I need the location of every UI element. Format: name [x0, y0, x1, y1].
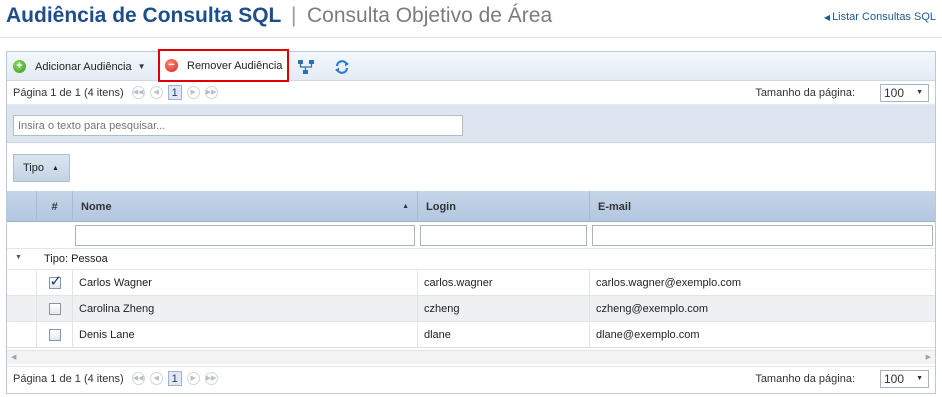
grid-header: # Nome ▲ Login E-mail: [7, 191, 935, 222]
row-indent: [7, 296, 37, 321]
last-page-icon[interactable]: ▶▶: [204, 372, 218, 385]
row-checkbox[interactable]: [48, 272, 62, 290]
name-filter-input[interactable]: [75, 225, 415, 246]
remove-audience-button[interactable]: − Remover Audiência: [158, 49, 290, 82]
name-cell: Denis Lane: [73, 322, 418, 347]
name-cell: Carolina Zheng: [73, 296, 418, 321]
chevron-left-icon: ◀: [823, 12, 831, 22]
table-row[interactable]: Carlos Wagner carlos.wagner carlos.wagne…: [7, 270, 935, 296]
title-separator: |: [291, 4, 297, 27]
group-chip-tipo[interactable]: Tipo ▲: [13, 154, 70, 182]
page-title: Audiência de Consulta SQL: [6, 4, 282, 27]
refresh-button[interactable]: [334, 52, 350, 81]
page-number-button[interactable]: 1: [167, 85, 182, 100]
page-size-value: 100: [884, 85, 905, 100]
row-indent: [7, 270, 37, 295]
email-cell: carlos.wagner@exemplo.com: [596, 276, 742, 289]
audience-panel: + Adicionar Audiência ▼ − Remover Audiên…: [6, 49, 936, 394]
scroll-right-icon[interactable]: ▶: [926, 353, 931, 361]
page-size-label: Tamanho da página:: [755, 372, 855, 385]
list-queries-link[interactable]: ◀ Listar Consultas SQL: [824, 11, 936, 23]
column-header-email[interactable]: E-mail: [590, 191, 935, 222]
list-queries-link-label: Listar Consultas SQL: [832, 11, 936, 23]
row-indent: [7, 322, 37, 347]
next-page-icon[interactable]: ▶: [186, 372, 200, 385]
group-indent-header: [7, 191, 37, 222]
prev-page-icon[interactable]: ◀: [149, 372, 163, 385]
row-select-cell: [37, 296, 73, 321]
row-select-cell: [37, 270, 73, 295]
first-page-icon[interactable]: ◀◀: [131, 372, 145, 385]
page-number-button[interactable]: 1: [167, 371, 182, 386]
horizontal-scrollbar[interactable]: ◀ ▶: [7, 350, 935, 364]
search-input[interactable]: [13, 115, 463, 136]
email-cell: czheng@exemplo.com: [596, 302, 709, 315]
chevron-down-icon: ▼: [916, 89, 923, 96]
column-header-name-label: Nome: [81, 200, 112, 213]
pager-top: Página 1 de 1 (4 itens) ◀◀ ◀ 1 ▶ ▶▶ Tama…: [7, 81, 935, 105]
last-page-icon[interactable]: ▶▶: [204, 86, 218, 99]
column-header-number[interactable]: #: [37, 191, 73, 222]
collapse-group-icon[interactable]: ▼: [15, 254, 22, 261]
hierarchy-icon: [298, 59, 314, 74]
email-cell: dlane@exemplo.com: [596, 328, 700, 341]
page-size-select[interactable]: 100 ▼: [880, 369, 929, 388]
page-size-select[interactable]: 100 ▼: [880, 83, 929, 102]
page-size-value: 100: [884, 371, 905, 386]
remove-audience-label: Remover Audiência: [187, 59, 283, 72]
add-audience-button[interactable]: + Adicionar Audiência ▼: [13, 52, 146, 81]
pager-info: Página 1 de 1 (4 itens): [13, 86, 124, 99]
minus-circle-icon: −: [165, 59, 178, 72]
name-cell: Carlos Wagner: [73, 270, 418, 295]
column-header-login[interactable]: Login: [418, 191, 590, 222]
column-header-name[interactable]: Nome ▲: [73, 191, 418, 222]
toolbar: + Adicionar Audiência ▼ − Remover Audiên…: [7, 49, 935, 82]
page-subtitle: Consulta Objetivo de Área: [307, 4, 553, 27]
row-checkbox[interactable]: [48, 328, 61, 341]
sort-ascending-icon: ▲: [402, 203, 409, 210]
chevron-down-icon: ▼: [916, 375, 923, 382]
table-row[interactable]: Carolina Zheng czheng czheng@exemplo.com: [7, 296, 935, 322]
group-label: Tipo: Pessoa: [44, 253, 108, 265]
row-checkbox[interactable]: [48, 302, 61, 315]
filter-row: [7, 222, 935, 249]
table-row[interactable]: Denis Lane dlane dlane@exemplo.com: [7, 322, 935, 348]
group-chip-label: Tipo: [23, 162, 44, 174]
group-panel: Tipo ▲: [7, 143, 935, 191]
row-select-cell: [37, 322, 73, 347]
plus-circle-icon: +: [13, 60, 26, 73]
login-filter-input[interactable]: [420, 225, 587, 246]
pager-info: Página 1 de 1 (4 itens): [13, 372, 124, 385]
next-page-icon[interactable]: ▶: [186, 86, 200, 99]
chevron-down-icon: ▼: [137, 62, 146, 71]
page-size-label: Tamanho da página:: [755, 86, 855, 99]
pager-bottom: Página 1 de 1 (4 itens) ◀◀ ◀ 1 ▶ ▶▶ Tama…: [7, 366, 935, 390]
page-header: Audiência de Consulta SQL | Consulta Obj…: [0, 0, 942, 38]
login-cell: carlos.wagner: [418, 270, 590, 295]
prev-page-icon[interactable]: ◀: [149, 86, 163, 99]
add-audience-label: Adicionar Audiência: [35, 60, 132, 73]
login-cell: czheng: [418, 296, 590, 321]
group-row: ▼ Tipo: Pessoa: [7, 249, 935, 270]
email-filter-input[interactable]: [592, 225, 933, 246]
first-page-icon[interactable]: ◀◀: [131, 86, 145, 99]
login-cell: dlane: [418, 322, 590, 347]
sort-up-icon: ▲: [52, 164, 59, 172]
hierarchy-button[interactable]: [297, 52, 315, 81]
refresh-icon: [335, 59, 349, 74]
search-bar: [7, 105, 935, 143]
scroll-left-icon[interactable]: ◀: [11, 353, 16, 361]
